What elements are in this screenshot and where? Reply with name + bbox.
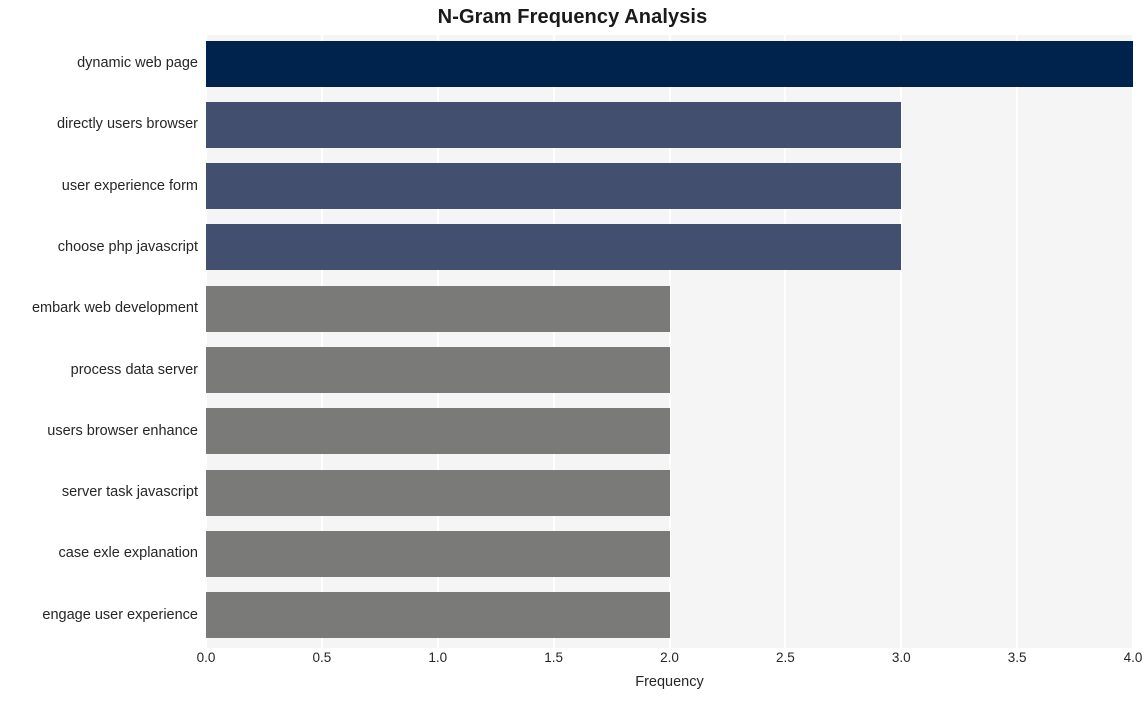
bar-track bbox=[206, 403, 1133, 460]
bar[interactable] bbox=[206, 408, 670, 455]
y-axis-tick-label: dynamic web page bbox=[77, 55, 198, 71]
x-axis-tick-label: 2.5 bbox=[775, 650, 795, 665]
y-axis-tick-label: embark web development bbox=[31, 300, 198, 317]
bar[interactable] bbox=[206, 163, 902, 210]
bar-track bbox=[206, 96, 1133, 153]
bar-track bbox=[206, 219, 1133, 276]
x-axis-tick-label: 1.5 bbox=[544, 650, 564, 665]
y-axis-tick-label: case exle explanation bbox=[58, 545, 198, 562]
bar-track bbox=[206, 280, 1133, 337]
bar[interactable] bbox=[206, 101, 902, 148]
y-axis-tick-label: users browser enhance bbox=[47, 422, 198, 439]
x-axis-tick-labels: 0.0 0.5 1.0 1.5 2.0 2.5 3.0 3.5 4.0 bbox=[197, 650, 1143, 672]
y-axis-tick-label: user experience form bbox=[61, 177, 198, 194]
y-axis-tick-labels: dynamic web page directly users browser us… bbox=[0, 35, 198, 648]
x-axis-tick-label: 3.5 bbox=[1007, 650, 1027, 665]
chart-title: N-Gram Frequency Analysis bbox=[437, 6, 708, 28]
bar-track bbox=[206, 342, 1133, 399]
bar[interactable] bbox=[206, 347, 670, 394]
x-axis-tick-label: 4.0 bbox=[1123, 650, 1143, 665]
x-axis-tick-label: 3.0 bbox=[891, 650, 911, 665]
bar[interactable] bbox=[206, 469, 670, 516]
y-axis-tick-label: choose php javascript bbox=[57, 238, 198, 255]
chart-figure: N-Gram Frequency Analysis dynamic web pa… bbox=[0, 0, 1145, 701]
bar-track bbox=[206, 464, 1133, 521]
y-axis-tick-label: process data server bbox=[70, 361, 198, 378]
x-axis-tick-label: 0.0 bbox=[196, 650, 216, 665]
y-axis-tick-label: engage user experience bbox=[42, 606, 198, 623]
bar[interactable] bbox=[206, 224, 902, 271]
bar-track bbox=[206, 35, 1133, 92]
bar-series bbox=[206, 35, 1133, 648]
plot-area bbox=[205, 35, 1134, 648]
bar-track bbox=[206, 158, 1133, 215]
x-axis-tick-label: 1.0 bbox=[428, 650, 448, 665]
x-axis-tick-label: 2.0 bbox=[660, 650, 679, 665]
x-axis-tick-label: 0.5 bbox=[312, 650, 332, 665]
bar[interactable] bbox=[206, 285, 670, 332]
bar-track bbox=[206, 587, 1133, 644]
bar-track bbox=[206, 525, 1133, 582]
bar[interactable] bbox=[206, 592, 670, 639]
x-axis-title: Frequency bbox=[635, 674, 704, 690]
bar[interactable] bbox=[206, 40, 1133, 87]
y-axis-tick-label: directly users browser bbox=[56, 116, 198, 133]
y-axis-tick-label: server task javascript bbox=[61, 484, 198, 501]
bar[interactable] bbox=[206, 530, 670, 577]
